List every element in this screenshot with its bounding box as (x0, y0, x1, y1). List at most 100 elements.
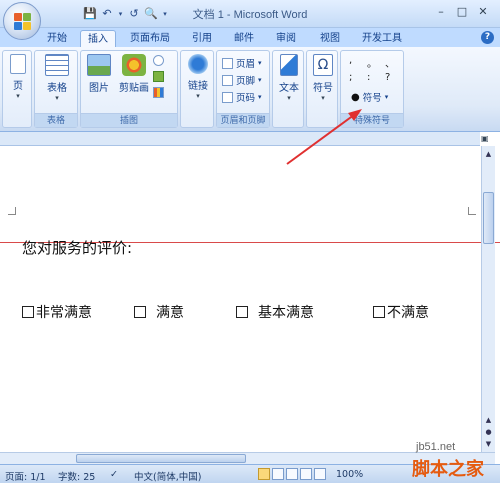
web-layout-icon[interactable] (286, 468, 298, 480)
page-count[interactable]: 页面: 1/1 (5, 469, 46, 483)
office-logo-icon (14, 13, 31, 30)
help-icon[interactable]: ? (481, 31, 494, 44)
tab-insert[interactable]: 插入 (80, 30, 116, 48)
special-char[interactable]: , (349, 55, 352, 66)
tab-page-layout[interactable]: 页面布局 (126, 30, 174, 48)
ribbon-tabs: 开始 插入 页面布局 引用 邮件 审阅 视图 开发工具 ? (0, 28, 500, 48)
word-count[interactable]: 字数: 25 (58, 469, 95, 483)
chevron-down-icon: ▾ (321, 94, 325, 102)
watermark-site: jb51.net (416, 441, 456, 453)
shapes-button[interactable] (153, 55, 164, 66)
maximize-icon[interactable]: □ (453, 5, 471, 19)
special-symbol-label: 符号 (362, 93, 382, 104)
full-screen-icon[interactable] (272, 468, 284, 480)
header-button[interactable]: 页眉 ▾ (222, 56, 262, 70)
tab-home[interactable]: 开始 (42, 30, 72, 48)
browse-object-icon[interactable]: ● (483, 426, 494, 438)
page-number-label: 页码 (236, 93, 256, 104)
option-label: 基本满意 (258, 305, 314, 321)
page-button[interactable]: 页 ▾ (6, 54, 30, 100)
globe-icon (188, 54, 208, 74)
special-symbol-button[interactable]: ● 符号 ▾ (351, 90, 389, 105)
page-number-button[interactable]: 页码 ▾ (222, 90, 262, 104)
special-char[interactable]: ; (349, 72, 352, 83)
checkbox-icon[interactable] (134, 306, 146, 318)
special-char[interactable]: 。 (367, 55, 377, 70)
text-button[interactable]: 文本 ▾ (275, 54, 303, 102)
chevron-down-icon: ▾ (16, 92, 20, 100)
group-links: 链接 ▾ (180, 50, 214, 128)
close-icon[interactable]: ✕ (474, 5, 492, 19)
chevron-down-icon: ▾ (258, 76, 262, 84)
table-button-label: 表格 (47, 83, 67, 94)
window-title: 文档 1 - Microsoft Word (192, 9, 308, 21)
special-char[interactable]: 、 (385, 55, 395, 70)
tab-mailings[interactable]: 邮件 (230, 30, 258, 48)
bullet-icon: ● (351, 91, 360, 103)
chart-icon (153, 87, 164, 98)
footer-icon (222, 74, 233, 86)
picture-button[interactable]: 图片 (85, 54, 113, 94)
tab-review[interactable]: 审阅 (272, 30, 300, 48)
language-indicator[interactable]: 中文(简体,中国) (134, 469, 201, 483)
outline-icon[interactable] (300, 468, 312, 480)
textbox-icon (280, 54, 298, 76)
scroll-thumb[interactable] (483, 192, 494, 244)
tab-references[interactable]: 引用 (188, 30, 216, 48)
picture-icon (87, 54, 111, 76)
draft-icon[interactable] (314, 468, 326, 480)
tab-view[interactable]: 视图 (316, 30, 344, 48)
clipart-button[interactable]: 剪贴画 (117, 54, 151, 94)
ribbon: 页 ▾ 表格 ▾ 表格 图片 剪贴画 插图 链接 ▾ 页眉 ▾ 页脚 ▾ 页码 … (0, 47, 500, 132)
symbol-button[interactable]: Ω 符号 ▾ (309, 54, 337, 102)
group-table: 表格 ▾ 表格 (34, 50, 78, 128)
office-button[interactable] (3, 2, 41, 40)
question-text: 您对服务的评价: (22, 239, 133, 257)
option-item: 不满意 (373, 302, 429, 322)
chevron-down-icon: ▾ (196, 92, 200, 100)
prev-page-icon[interactable]: ▲ (483, 414, 494, 426)
zoom-level[interactable]: 100% (336, 469, 363, 480)
footer-button[interactable]: 页脚 ▾ (222, 73, 262, 87)
group-illustrations: 图片 剪贴画 插图 (80, 50, 178, 128)
page-button-label: 页 (13, 81, 23, 92)
special-char[interactable]: : (367, 72, 370, 83)
checkbox-icon[interactable] (373, 306, 385, 318)
picture-button-label: 图片 (89, 83, 109, 94)
option-item: 满意 (134, 302, 184, 322)
smartart-icon (153, 71, 164, 82)
view-buttons (258, 468, 326, 480)
view-ruler-icon[interactable]: ▣ (481, 134, 493, 144)
group-text: 文本 ▾ (272, 50, 304, 128)
table-button[interactable]: 表格 ▾ (42, 54, 72, 102)
option-label: 非常满意 (36, 305, 92, 321)
chevron-down-icon: ▾ (258, 59, 262, 67)
vertical-scrollbar[interactable]: ▲ ▲ ● ▼ (481, 146, 495, 452)
horizontal-ruler[interactable] (0, 132, 480, 146)
text-button-label: 文本 (279, 83, 299, 94)
minimize-icon[interactable]: – (432, 5, 450, 19)
next-page-icon[interactable]: ▼ (483, 438, 494, 450)
smartart-button[interactable] (153, 71, 164, 82)
document-page[interactable] (0, 146, 480, 452)
margin-corner (468, 207, 476, 215)
links-button[interactable]: 链接 ▾ (184, 54, 212, 100)
scroll-thumb[interactable] (76, 454, 246, 463)
chart-button[interactable] (153, 87, 164, 98)
checkbox-icon[interactable] (236, 306, 248, 318)
table-icon (45, 54, 69, 76)
group-label-special-chars: 特殊符号 (341, 113, 403, 127)
word-window: 💾 ↶ ▾ ↺ 🔍 ▾ 文档 1 - Microsoft Word – □ ✕ … (0, 0, 500, 483)
group-label-header-footer: 页眉和页脚 (217, 113, 269, 127)
special-char[interactable]: ? (385, 72, 390, 83)
spellcheck-icon[interactable]: ✓ (110, 469, 118, 480)
group-label-illustrations: 插图 (81, 113, 177, 127)
print-layout-icon[interactable] (258, 468, 270, 480)
group-label-table: 表格 (35, 113, 77, 127)
tab-developer[interactable]: 开发工具 (358, 30, 406, 48)
margin-corner (8, 207, 16, 215)
chevron-down-icon: ▾ (384, 93, 389, 101)
checkbox-icon[interactable] (22, 306, 34, 318)
links-button-label: 链接 (188, 81, 208, 92)
scroll-up-icon[interactable]: ▲ (483, 148, 494, 160)
